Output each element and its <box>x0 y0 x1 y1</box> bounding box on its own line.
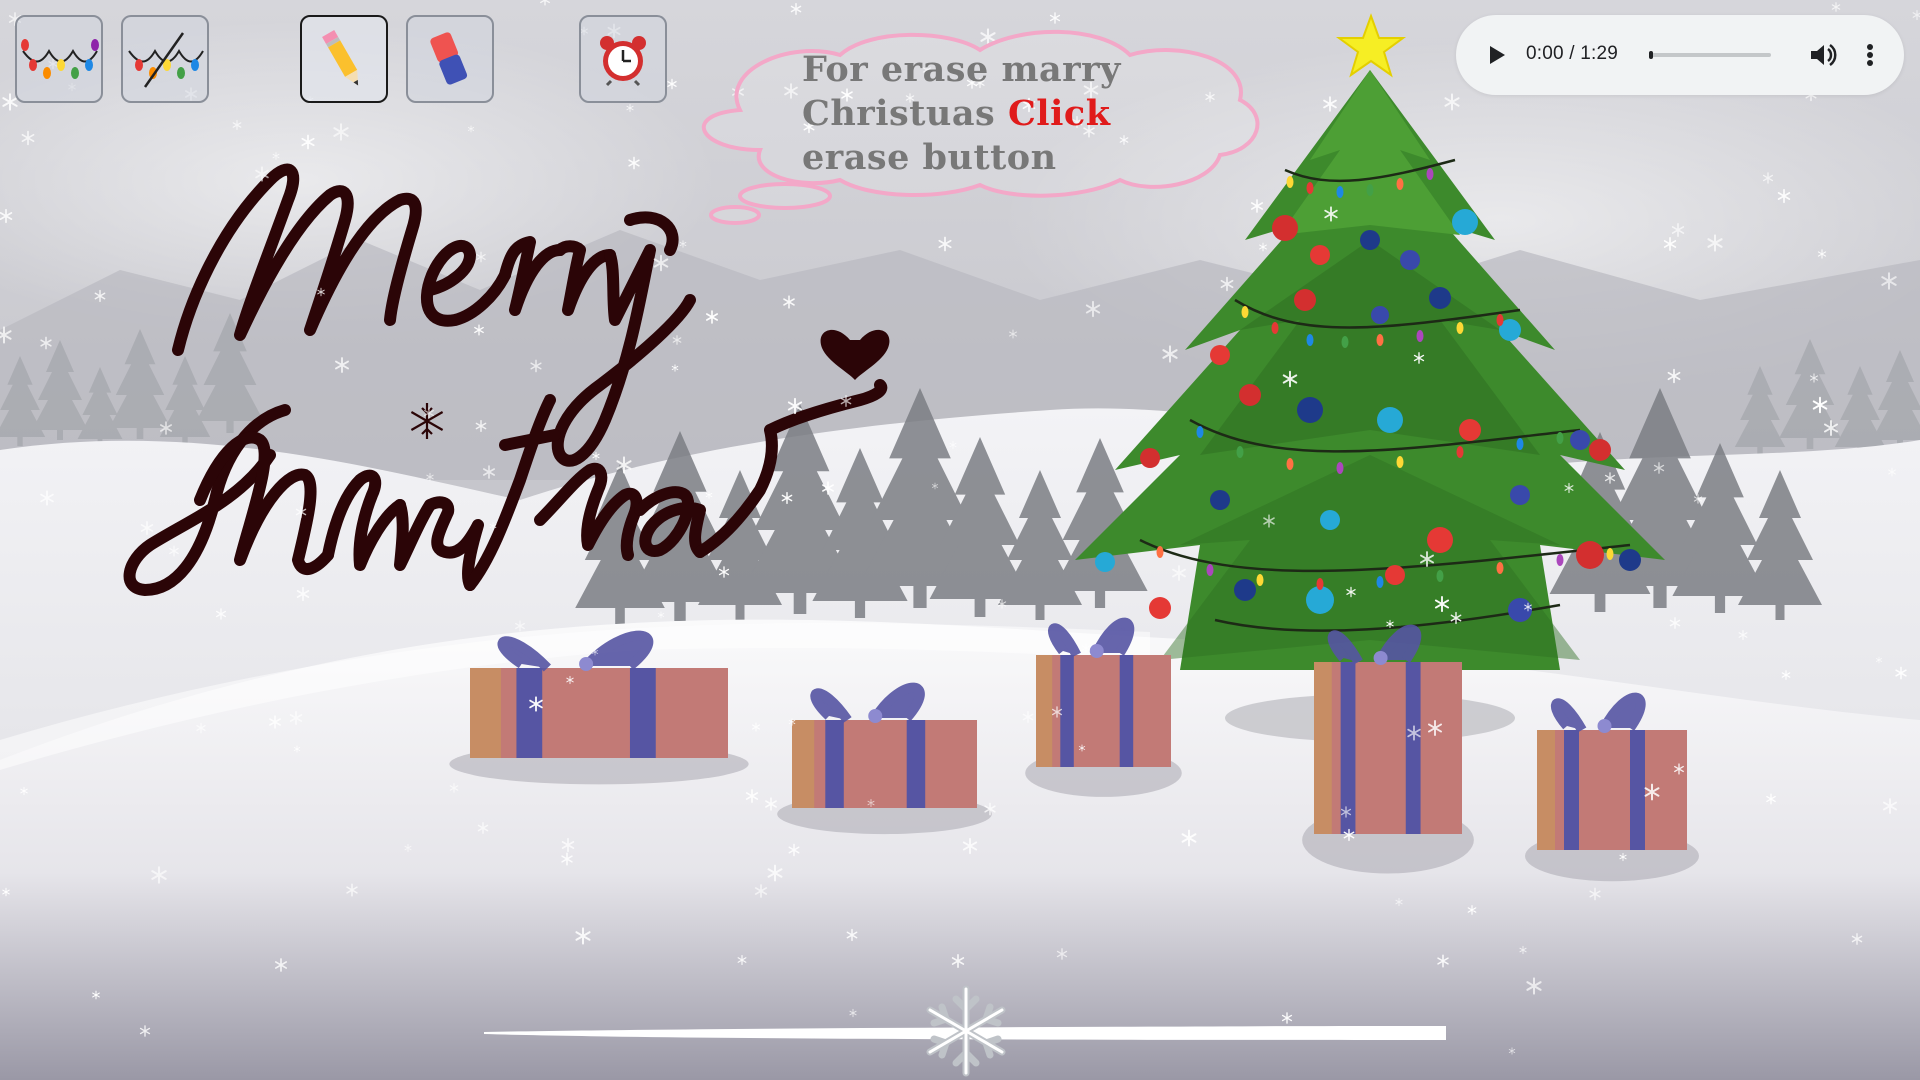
light-bulb <box>1306 182 1314 194</box>
lights-off-button[interactable] <box>121 15 209 103</box>
light-bulb <box>1396 456 1404 468</box>
light-bulb <box>1341 336 1349 348</box>
alarm-clock-button[interactable] <box>579 15 667 103</box>
light-bulb <box>1236 446 1244 458</box>
snowflake-icon[interactable] <box>918 983 1014 1079</box>
ornament <box>1140 448 1160 468</box>
light-bulb <box>1516 438 1524 450</box>
ornament <box>1459 419 1481 441</box>
light-bulb <box>1206 564 1214 576</box>
more-options-icon[interactable] <box>1856 37 1884 73</box>
audio-time: 0:00 / 1:29 <box>1526 43 1618 65</box>
bubble-line-2-prefix: Christuas <box>802 93 1008 134</box>
ornament <box>1310 245 1330 265</box>
ornament <box>1210 490 1230 510</box>
ornament <box>1297 397 1323 423</box>
light-bulb <box>1316 578 1324 590</box>
ornament <box>1452 209 1478 235</box>
light-bulb <box>1336 186 1344 198</box>
ornament <box>1589 439 1611 461</box>
ornament <box>1576 541 1604 569</box>
light-bulb <box>1336 462 1344 474</box>
alarm-clock-icon <box>600 36 646 87</box>
duration: 1:29 <box>1580 43 1618 64</box>
light-bulb <box>1396 178 1404 190</box>
ornament <box>1149 597 1171 619</box>
bubble-line-3: erase button <box>802 137 1057 178</box>
play-icon[interactable] <box>1478 37 1514 73</box>
ornament <box>1360 230 1380 250</box>
light-bulb <box>1156 546 1164 558</box>
ornament <box>1619 549 1641 571</box>
ornament <box>1306 586 1334 614</box>
ornament <box>1320 510 1340 530</box>
string-lights-off-icon <box>128 32 204 88</box>
ornament <box>1429 287 1451 309</box>
light-bulb <box>1456 446 1464 458</box>
light-bulb <box>1376 576 1384 588</box>
light-bulb <box>1286 176 1294 188</box>
bubble-line-2: Christuas Click <box>802 92 1121 136</box>
ornament <box>1377 407 1403 433</box>
light-bulb <box>1286 458 1294 470</box>
light-bulb <box>1366 184 1374 196</box>
ornament <box>1294 289 1316 311</box>
volume-icon[interactable] <box>1804 37 1840 73</box>
eraser-icon <box>430 32 468 85</box>
audio-progress-track[interactable] <box>1649 51 1771 59</box>
light-bulb <box>1496 314 1504 326</box>
light-bulb <box>1436 570 1444 582</box>
light-bulb <box>1496 562 1504 574</box>
string-lights-icon <box>21 39 99 79</box>
current-time: 0:00 <box>1526 43 1564 64</box>
click-highlight: Click <box>1007 93 1111 134</box>
ornament <box>1210 345 1230 365</box>
light-bulb <box>1606 548 1614 560</box>
gift-box-4 <box>1302 624 1474 874</box>
eraser-tool-button[interactable] <box>406 15 494 103</box>
light-bulb <box>1271 322 1279 334</box>
ornament <box>1371 306 1389 324</box>
light-bulb <box>1256 574 1264 586</box>
lights-on-button[interactable] <box>15 15 103 103</box>
light-bulb <box>1556 554 1564 566</box>
light-bulb <box>1456 322 1464 334</box>
pencil-icon <box>322 30 359 86</box>
light-bulb <box>1196 426 1204 438</box>
ornament <box>1234 579 1256 601</box>
audio-progress-knob[interactable] <box>1649 51 1653 59</box>
ornament <box>1427 527 1453 553</box>
light-bulb <box>1241 306 1249 318</box>
speech-bubble-text: For erase marry Christuas Click erase bu… <box>802 48 1121 180</box>
ornament <box>1272 215 1298 241</box>
light-bulb <box>1556 432 1564 444</box>
bubble-line-1: For erase marry <box>802 49 1121 90</box>
ornament <box>1385 565 1405 585</box>
ornament <box>1239 384 1261 406</box>
audio-player: 0:00 / 1:29 <box>1456 15 1904 95</box>
ornament <box>1510 485 1530 505</box>
light-bulb <box>1416 330 1424 342</box>
light-bulb <box>1306 334 1314 346</box>
light-bulb <box>1376 334 1384 346</box>
ornament <box>1570 430 1590 450</box>
light-bulb <box>1426 168 1434 180</box>
ornament <box>1095 552 1115 572</box>
pencil-tool-button[interactable] <box>300 15 388 103</box>
time-separator: / <box>1563 43 1581 64</box>
ornament <box>1400 250 1420 270</box>
